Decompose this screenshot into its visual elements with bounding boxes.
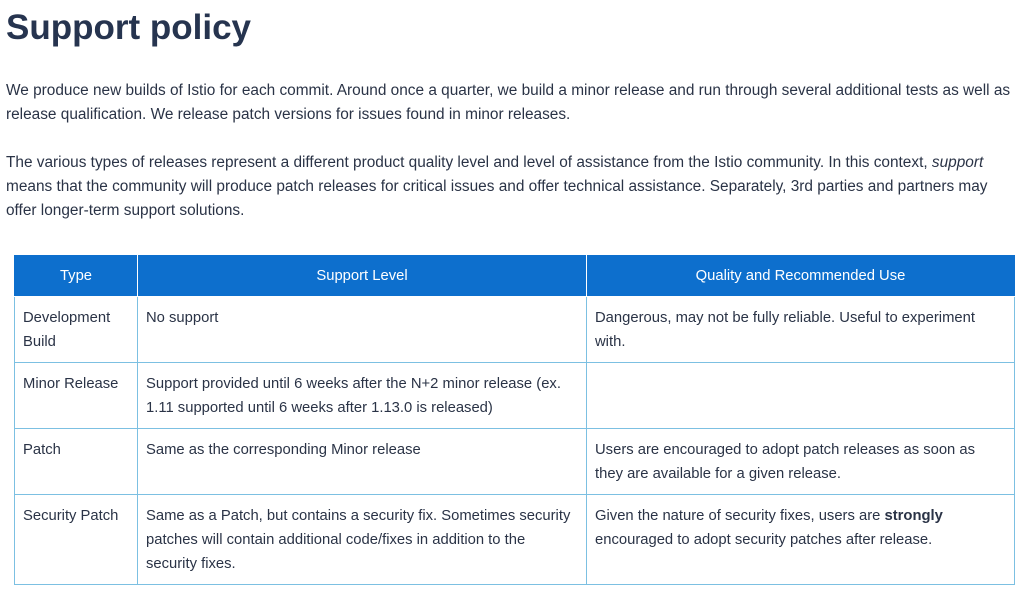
support-term: support bbox=[931, 154, 984, 171]
cell-quality: Users are encouraged to adopt patch rele… bbox=[586, 428, 1015, 495]
cell-type: Development Build bbox=[14, 296, 138, 363]
strongly-emphasis: strongly bbox=[884, 508, 943, 524]
cell-support-level: Support provided until 6 weeks after the… bbox=[137, 362, 587, 429]
cell-quality bbox=[586, 362, 1015, 429]
table-row: Patch Same as the corresponding Minor re… bbox=[14, 428, 1015, 495]
table-row: Minor Release Support provided until 6 w… bbox=[14, 362, 1015, 429]
column-header-support-level: Support Level bbox=[137, 255, 587, 297]
column-header-type: Type bbox=[14, 255, 138, 297]
support-definition-paragraph: The various types of releases represent … bbox=[6, 151, 1022, 223]
cell-support-level: No support bbox=[137, 296, 587, 363]
quality-text-after: encouraged to adopt security patches aft… bbox=[595, 532, 933, 548]
support-policy-table: Type Support Level Quality and Recommend… bbox=[14, 255, 1015, 585]
cell-type: Security Patch bbox=[14, 494, 138, 585]
table-row: Security Patch Same as a Patch, but cont… bbox=[14, 494, 1015, 585]
page-title: Support policy bbox=[6, 8, 251, 47]
cell-type: Patch bbox=[14, 428, 138, 495]
cell-support-level: Same as the corresponding Minor release bbox=[137, 428, 587, 495]
table-header-row: Type Support Level Quality and Recommend… bbox=[14, 255, 1015, 297]
paragraph-text-before: The various types of releases represent … bbox=[6, 154, 932, 171]
cell-support-level: Same as a Patch, but contains a security… bbox=[137, 494, 587, 585]
cell-quality: Dangerous, may not be fully reliable. Us… bbox=[586, 296, 1015, 363]
paragraph-text-after: means that the community will produce pa… bbox=[6, 178, 988, 219]
cell-quality: Given the nature of security fixes, user… bbox=[586, 494, 1015, 585]
table-row: Development Build No support Dangerous, … bbox=[14, 296, 1015, 363]
column-header-quality: Quality and Recommended Use bbox=[586, 255, 1015, 297]
cell-type: Minor Release bbox=[14, 362, 138, 429]
intro-paragraph: We produce new builds of Istio for each … bbox=[6, 82, 1011, 123]
quality-text-before: Given the nature of security fixes, user… bbox=[595, 508, 885, 524]
